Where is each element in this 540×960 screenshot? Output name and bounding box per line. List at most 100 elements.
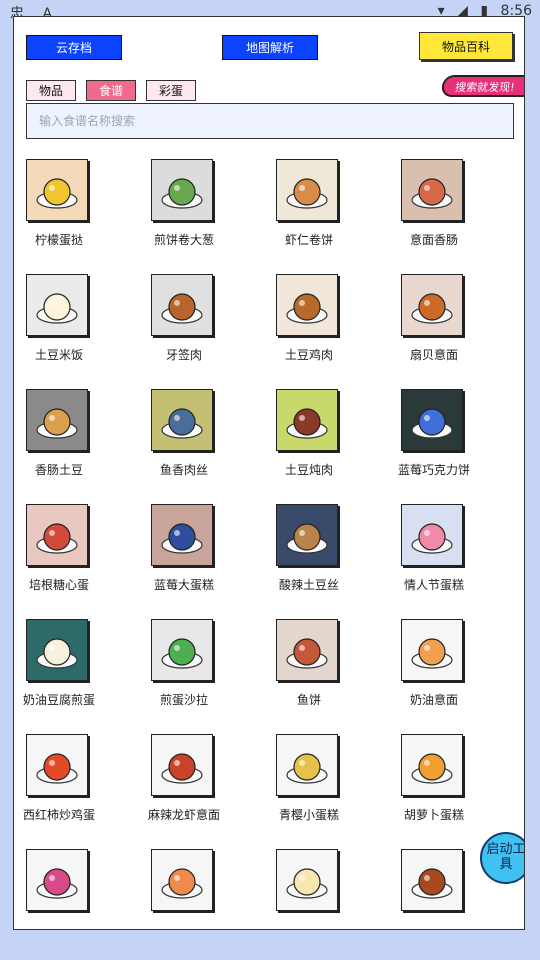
recipe-card[interactable] — [139, 847, 264, 929]
recipe-card[interactable]: 酸辣土豆丝 — [264, 502, 389, 617]
recipe-card[interactable]: 胡萝卜蛋糕 — [389, 732, 514, 847]
recipe-thumbnail — [151, 159, 213, 221]
food-icon — [286, 178, 328, 209]
recipe-name: 柠檬蛋挞 — [34, 233, 83, 247]
recipe-thumbnail — [401, 274, 463, 336]
food-icon — [286, 638, 328, 669]
recipe-card[interactable]: 奶油豆腐煎蛋 — [14, 617, 139, 732]
recipe-thumbnail — [151, 849, 213, 911]
recipe-thumbnail — [276, 504, 338, 566]
recipe-name: 煎饼卷大葱 — [153, 233, 214, 247]
search-input[interactable]: 输入食谱名称搜索 — [26, 103, 514, 139]
recipe-card[interactable]: 柠檬蛋挞 — [14, 157, 139, 272]
recipe-card[interactable]: 鱼饼 — [264, 617, 389, 732]
recipe-card[interactable]: 意面香肠 — [389, 157, 514, 272]
food-icon — [36, 523, 78, 554]
recipe-card[interactable]: 土豆炖肉 — [264, 387, 389, 502]
recipe-name: 青樱小蛋糕 — [278, 808, 339, 822]
recipe-card[interactable]: 蓝莓大蛋糕 — [139, 502, 264, 617]
corner-badge[interactable]: 搜索就发现! — [440, 75, 524, 97]
recipe-name: 培根糖心蛋 — [28, 578, 89, 592]
recipe-name: 扇贝意面 — [409, 348, 458, 362]
map-parse-button[interactable]: 地图解析 — [222, 35, 318, 60]
recipe-name: 奶油豆腐煎蛋 — [22, 693, 95, 707]
recipe-card[interactable]: 鱼香肉丝 — [139, 387, 264, 502]
recipe-card[interactable]: 扇贝意面 — [389, 272, 514, 387]
food-icon — [411, 638, 453, 669]
recipe-card[interactable]: 奶油意面 — [389, 617, 514, 732]
recipe-card[interactable]: 煎饼卷大葱 — [139, 157, 264, 272]
food-icon — [36, 638, 78, 669]
recipe-thumbnail — [26, 734, 88, 796]
recipe-name: 麻辣龙虾意面 — [147, 808, 220, 822]
recipe-thumbnail — [26, 504, 88, 566]
launch-tool-button[interactable]: 启动工具 — [480, 832, 525, 884]
recipe-card[interactable]: 牙签肉 — [139, 272, 264, 387]
recipe-thumbnail — [401, 849, 463, 911]
food-icon — [161, 868, 203, 899]
tab-easter-eggs[interactable]: 彩蛋 — [146, 80, 196, 101]
recipe-name: 鱼饼 — [296, 693, 321, 707]
recipe-thumbnail — [276, 159, 338, 221]
food-icon — [161, 523, 203, 554]
main-card: 云存档 地图解析 物品百科 物品 食谱 彩蛋 搜索就发现! 输入食谱名称搜索 柠… — [13, 16, 525, 930]
recipe-card[interactable]: 青樱小蛋糕 — [264, 732, 389, 847]
recipe-card[interactable]: 香肠土豆 — [14, 387, 139, 502]
recipe-thumbnail — [26, 274, 88, 336]
recipe-card[interactable]: 虾仁卷饼 — [264, 157, 389, 272]
food-icon — [411, 868, 453, 899]
recipe-name: 土豆米饭 — [34, 348, 83, 362]
cloud-save-button[interactable]: 云存档 — [26, 35, 122, 60]
tab-recipes[interactable]: 食谱 — [86, 80, 136, 101]
recipe-thumbnail — [26, 619, 88, 681]
recipe-card[interactable]: 麻辣龙虾意面 — [139, 732, 264, 847]
food-icon — [161, 638, 203, 669]
food-icon — [161, 408, 203, 439]
recipe-name: 香肠土豆 — [34, 463, 83, 477]
recipe-thumbnail — [151, 619, 213, 681]
recipe-card[interactable] — [264, 847, 389, 929]
recipe-thumbnail — [276, 619, 338, 681]
recipe-card[interactable]: 西红柿炒鸡蛋 — [14, 732, 139, 847]
recipe-card[interactable]: 情人节蛋糕 — [389, 502, 514, 617]
food-icon — [36, 753, 78, 784]
recipe-thumbnail — [401, 734, 463, 796]
food-icon — [286, 293, 328, 324]
food-icon — [286, 868, 328, 899]
fab-label: 启动工具 — [486, 842, 525, 872]
food-icon — [161, 753, 203, 784]
recipe-thumbnail — [276, 734, 338, 796]
recipe-name: 土豆炖肉 — [284, 463, 333, 477]
recipe-thumbnail — [151, 389, 213, 451]
recipe-name: 蓝莓巧克力饼 — [397, 463, 470, 477]
food-icon — [161, 293, 203, 324]
food-icon — [36, 868, 78, 899]
recipe-name: 奶油意面 — [409, 693, 458, 707]
recipe-card[interactable]: 煎蛋沙拉 — [139, 617, 264, 732]
recipe-card[interactable]: 蓝莓巧克力饼 — [389, 387, 514, 502]
item-wiki-button[interactable]: 物品百科 — [419, 32, 513, 60]
tab-items[interactable]: 物品 — [26, 80, 76, 101]
recipe-card[interactable]: 土豆鸡肉 — [264, 272, 389, 387]
recipe-card[interactable]: 土豆米饭 — [14, 272, 139, 387]
recipe-thumbnail — [151, 504, 213, 566]
recipe-thumbnail — [26, 849, 88, 911]
recipe-name: 土豆鸡肉 — [284, 348, 333, 362]
food-icon — [36, 178, 78, 209]
food-icon — [411, 293, 453, 324]
recipe-name: 西红柿炒鸡蛋 — [22, 808, 95, 822]
food-icon — [411, 753, 453, 784]
recipe-thumbnail — [401, 159, 463, 221]
recipe-thumbnail — [401, 619, 463, 681]
recipe-thumbnail — [276, 274, 338, 336]
recipe-card[interactable]: 培根糖心蛋 — [14, 502, 139, 617]
food-icon — [411, 408, 453, 439]
recipe-thumbnail — [151, 274, 213, 336]
recipe-name: 煎蛋沙拉 — [159, 693, 208, 707]
food-icon — [36, 293, 78, 324]
recipe-thumbnail — [276, 849, 338, 911]
food-icon — [411, 523, 453, 554]
recipe-thumbnail — [26, 389, 88, 451]
food-icon — [286, 523, 328, 554]
recipe-card[interactable] — [14, 847, 139, 929]
